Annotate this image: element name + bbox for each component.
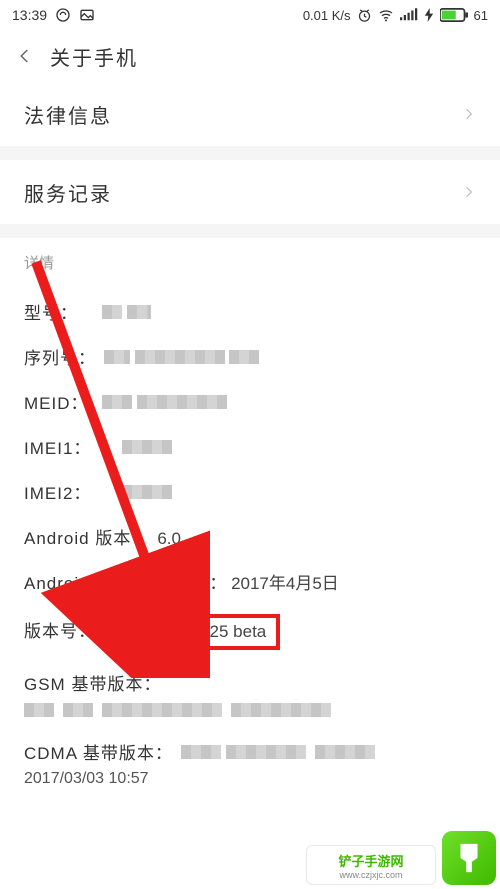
redacted-value <box>102 305 122 319</box>
nav-label: 法律信息 <box>24 100 112 129</box>
detail-label: MEID： <box>24 389 94 414</box>
detail-label-suffix: 日期： <box>175 569 226 594</box>
redacted-value <box>104 350 130 364</box>
back-icon[interactable] <box>16 47 34 65</box>
detail-value: 2017年4月5日 <box>231 569 339 594</box>
redacted-value <box>122 485 172 499</box>
redacted-value <box>181 745 221 759</box>
detail-value: 6.0 <box>157 529 181 549</box>
chevron-right-icon <box>462 185 476 199</box>
wifi-icon <box>378 7 394 23</box>
watermark-name: 铲子手游网 <box>338 851 403 870</box>
status-time: 13:39 <box>12 7 47 23</box>
section-gap <box>0 224 500 238</box>
redacted-value <box>226 745 306 759</box>
status-left: 13:39 <box>12 7 95 23</box>
highlight-box: Flyme 6.7.7.25 beta <box>102 614 280 650</box>
redacted-value <box>137 395 227 409</box>
redacted-value <box>231 703 331 717</box>
detail-label: Android 安全补 <box>24 569 149 594</box>
sync-icon <box>55 7 71 23</box>
nav-legal-info[interactable]: 法律信息 <box>0 82 500 146</box>
detail-model: 型号： <box>24 289 476 334</box>
detail-gsm-baseband: GSM 基带版本： <box>24 660 476 729</box>
redacted-value <box>122 440 172 454</box>
detail-imei1: IMEI1： <box>24 424 476 469</box>
detail-label: 型号： <box>24 299 94 324</box>
detail-meid: MEID： <box>24 379 476 424</box>
redacted-value <box>102 395 132 409</box>
alarm-icon <box>357 8 372 23</box>
nav-service-record[interactable]: 服务记录 <box>0 160 500 224</box>
details-body: 型号： 序列号： MEID： IMEI1： IMEI2： Android 版本：… <box>0 283 500 798</box>
redacted-value <box>102 703 222 717</box>
detail-serial: 序列号： <box>24 334 476 379</box>
redacted-value <box>127 305 151 319</box>
detail-label: 序列号： <box>24 344 96 369</box>
redacted-value <box>315 745 375 759</box>
watermark-site: 铲子手游网 www.czjxjc.com <box>306 845 436 885</box>
status-right: 0.01 K/s 61 <box>303 7 488 23</box>
detail-cdma-baseband: CDMA 基带版本： 2017/03/03 10:57 <box>24 729 476 798</box>
redacted-value <box>229 350 259 364</box>
nav-section: 法律信息 服务记录 <box>0 82 500 238</box>
detail-value-line2: 2017/03/03 10:57 <box>24 770 476 788</box>
detail-label: IMEI1： <box>24 434 94 459</box>
signal-icon <box>400 8 418 22</box>
detail-label: CDMA 基带版本： <box>24 739 173 764</box>
redacted-value <box>135 350 225 364</box>
lightning-icon <box>424 8 434 22</box>
watermarks: 铲子手游网 www.czjxjc.com <box>306 831 496 885</box>
data-speed: 0.01 K/s <box>303 8 351 23</box>
redacted-value <box>63 703 93 717</box>
detail-label: IMEI2： <box>24 479 94 504</box>
details-section-header: 详情 <box>0 238 500 283</box>
detail-imei2: IMEI2： <box>24 469 476 514</box>
picture-icon <box>79 7 95 23</box>
redacted-value <box>24 703 54 717</box>
battery-pct: 61 <box>474 8 488 23</box>
detail-android-version[interactable]: Android 版本： 6.0 <box>24 514 476 559</box>
watermark-logo <box>442 831 496 885</box>
detail-security-patch: Android 安全补 日期： 2017年4月5日 <box>24 559 476 604</box>
detail-value: Flyme 6.7.7.25 beta <box>116 622 266 641</box>
detail-label: GSM 基带版本： <box>24 670 161 695</box>
detail-label: Android 版本： <box>24 524 149 549</box>
page-title: 关于手机 <box>50 42 138 71</box>
page-header: 关于手机 <box>0 30 500 82</box>
chevron-right-icon <box>462 107 476 121</box>
section-gap <box>0 146 500 160</box>
battery-icon <box>440 8 468 22</box>
detail-label: 版本号： <box>24 617 96 642</box>
detail-build-number[interactable]: 版本号： Flyme 6.7.7.25 beta <box>24 604 476 660</box>
nav-label: 服务记录 <box>24 178 112 207</box>
status-bar: 13:39 0.01 K/s 61 <box>0 0 500 30</box>
watermark-url: www.czjxjc.com <box>339 870 402 880</box>
